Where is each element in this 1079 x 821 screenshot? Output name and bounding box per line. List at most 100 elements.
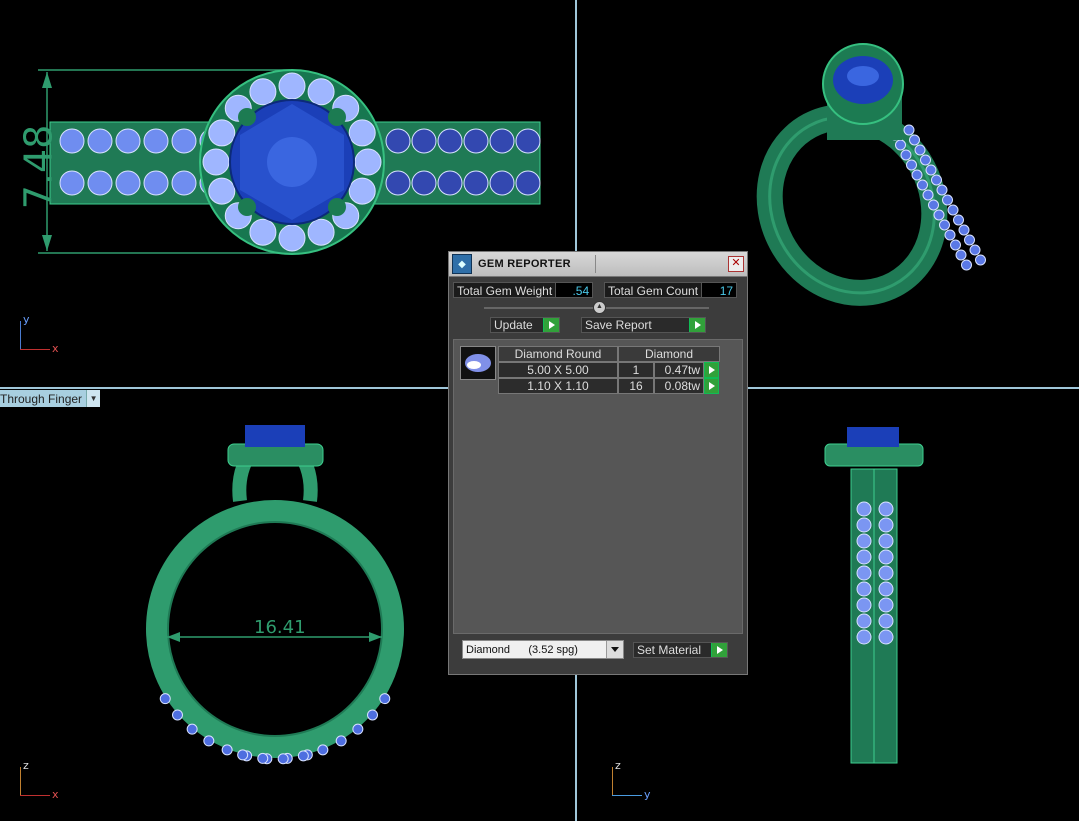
accent-stone [87, 170, 113, 196]
close-icon[interactable]: ✕ [728, 256, 744, 272]
accent-stone [379, 693, 391, 705]
total-gem-weight: Total Gem Weight .54 [453, 282, 594, 298]
axis-z-label: z [23, 759, 29, 772]
accent-stone [278, 224, 306, 252]
accent-stone [900, 149, 912, 161]
axis-x-label: x [52, 788, 59, 801]
accent-stone [317, 744, 329, 756]
accent-stone [933, 209, 945, 221]
save-report-button[interactable]: Save Report [581, 317, 706, 333]
accent-stone [931, 174, 942, 186]
accent-stone [878, 533, 894, 549]
accent-stone [203, 735, 215, 747]
set-material-button-label: Set Material [637, 643, 702, 657]
accent-stone [903, 124, 915, 136]
play-icon [711, 643, 727, 657]
total-gem-weight-value: .54 [556, 282, 594, 298]
dialog-titlebar[interactable]: ◆ GEM REPORTER ✕ [449, 252, 747, 277]
accent-stone [385, 170, 411, 196]
accent-stone [909, 134, 920, 146]
accent-stone [171, 128, 197, 154]
table-row[interactable]: 1.10 X 1.10 16 0.08tw [498, 378, 720, 394]
accent-stone [947, 204, 959, 216]
accent-stone [237, 749, 249, 761]
accent-stone [489, 128, 515, 154]
accent-stone [856, 613, 872, 629]
axis-indicator-front: z x [20, 759, 60, 801]
accent-stone [914, 144, 926, 156]
accent-stone [297, 750, 309, 762]
view-mode-dropdown[interactable]: Through Finger ▼ [0, 390, 101, 407]
dialog-title: GEM REPORTER [478, 258, 571, 270]
accent-stone [221, 744, 233, 756]
accent-stone [878, 597, 894, 613]
axis-z-label: z [615, 759, 621, 772]
accent-stone [856, 549, 872, 565]
accent-stone [878, 581, 894, 597]
accent-stone [961, 259, 972, 271]
accent-stone [856, 581, 872, 597]
accent-stone [856, 501, 872, 517]
accent-stone [87, 128, 113, 154]
row-select-button[interactable] [704, 362, 719, 378]
material-select[interactable]: Diamond (3.52 spg) [462, 640, 624, 659]
accent-stone [922, 189, 934, 201]
axis-y-label: y [644, 788, 651, 801]
accent-stone [925, 164, 937, 176]
accent-stone [856, 533, 872, 549]
accent-stone [385, 128, 411, 154]
accent-stone [463, 128, 489, 154]
axis-y-label: y [23, 313, 30, 326]
accent-stone [917, 179, 928, 191]
accent-stone [59, 128, 85, 154]
set-material-button[interactable]: Set Material [633, 642, 728, 658]
accent-stone [411, 170, 437, 196]
header-material: Diamond [618, 346, 720, 362]
accent-stone [171, 709, 183, 721]
accent-stone [159, 693, 171, 705]
accent-stone [348, 119, 376, 147]
accent-stone [878, 565, 894, 581]
material-select-value: Diamond (3.52 spg) [466, 643, 578, 656]
accent-stone [171, 170, 197, 196]
accent-stone [208, 177, 236, 205]
accent-stone [906, 159, 917, 171]
accent-stone [953, 214, 964, 226]
accent-stone [928, 199, 939, 211]
accent-stone [515, 128, 541, 154]
gem-weight: 0.47tw [654, 362, 704, 378]
accent-stone [856, 629, 872, 645]
row-select-button[interactable] [704, 378, 719, 394]
view-mode-label: Through Finger [0, 391, 83, 406]
save-report-button-label: Save Report [585, 318, 652, 332]
accent-stone [895, 139, 906, 151]
header-shape: Diamond Round [498, 346, 618, 362]
axis-indicator-side: z y [612, 759, 652, 801]
accent-stone [969, 244, 981, 256]
accent-stone [208, 119, 236, 147]
accent-stone [186, 723, 198, 735]
update-button[interactable]: Update [490, 317, 560, 333]
accent-stone [878, 517, 894, 533]
chevron-down-icon[interactable]: ▼ [86, 390, 101, 407]
accent-stone [115, 128, 141, 154]
table-row[interactable]: 5.00 X 5.00 1 0.47tw [498, 362, 720, 378]
size-slider-handle[interactable]: ▲ [593, 301, 606, 314]
chevron-down-icon[interactable] [606, 641, 623, 658]
accent-stone [911, 169, 923, 181]
dimension-label-diameter: 16.41 [254, 617, 306, 638]
accent-stone [975, 254, 986, 266]
accent-stone [352, 723, 364, 735]
accent-stone [354, 148, 382, 176]
accent-stone [920, 154, 931, 166]
accent-stone [437, 170, 463, 196]
accent-stone [878, 629, 894, 645]
dimension-label-height: 7.48 [16, 124, 61, 210]
gem-count: 1 [618, 362, 654, 378]
play-icon [689, 318, 705, 332]
accent-stone [958, 224, 970, 236]
accent-stone [939, 219, 950, 231]
axis-x-label: x [52, 342, 59, 355]
accent-stone [249, 78, 277, 106]
gem-size: 1.10 X 1.10 [498, 378, 618, 394]
